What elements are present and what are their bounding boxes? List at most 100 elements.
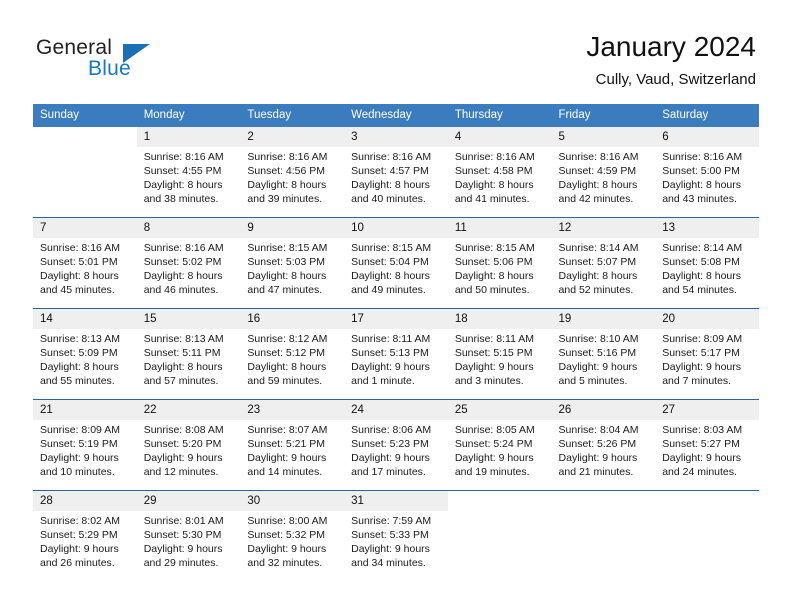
day-cell-empty-inner [448,491,552,581]
weekday-header-saturday: Saturday [655,104,759,127]
day-daylight-2-text: and 50 minutes. [454,284,530,296]
day-cell-inner[interactable]: 24 Sunrise: 8:06 AM Sunset: 5:23 PM Dayligh… [344,400,448,490]
day-number: 27 [655,400,759,420]
day-sunrise-text: Sunrise: 8:07 AM [247,424,328,436]
day-number-placeholder [33,127,137,133]
day-number-placeholder [552,491,656,497]
day-daylight-1-text: Daylight: 8 hours [662,270,742,282]
day-cell-inner[interactable]: 3 Sunrise: 8:16 AM Sunset: 4:57 PM Daylight… [344,127,448,217]
day-sunrise-text: Sunrise: 8:05 AM [454,424,535,436]
weekday-header-tuesday: Tuesday [240,104,345,127]
day-cell-inner[interactable]: 1 Sunrise: 8:16 AM Sunset: 4:55 PM Daylight… [136,127,241,217]
day-sunset-text: Sunset: 5:15 PM [454,347,533,359]
calendar-page: General Blue January 2024 Cully, Vaud, S… [0,0,792,612]
day-daylight-1-text: Daylight: 9 hours [662,452,742,464]
day-cell-empty-inner [655,491,759,581]
day-sunset-text: Sunset: 5:00 PM [662,165,740,177]
general-blue-logo[interactable]: General Blue [36,36,216,88]
day-sunrise-text: Sunrise: 8:03 AM [662,424,743,436]
day-cell: 16 Sunrise: 8:12 AM Sunset: 5:12 PM Dayligh… [240,308,345,400]
day-cell: 14 Sunrise: 8:13 AM Sunset: 5:09 PM Dayligh… [33,308,137,400]
day-details: Sunrise: 8:03 AM Sunset: 5:27 PM Daylight:… [655,420,759,479]
day-daylight-1-text: Daylight: 8 hours [40,361,119,373]
day-sunset-text: Sunset: 5:02 PM [143,256,222,268]
day-sunrise-text: Sunrise: 8:16 AM [351,151,432,163]
day-daylight-2-text: and 41 minutes. [454,193,530,205]
day-sunrise-text: Sunrise: 8:16 AM [143,242,224,254]
day-cell: 29 Sunrise: 8:01 AM Sunset: 5:30 PM Dayligh… [136,490,241,581]
day-daylight-2-text: and 43 minutes. [662,193,737,205]
day-number: 31 [344,491,448,511]
day-daylight-2-text: and 47 minutes. [247,284,323,296]
day-number: 8 [136,218,241,238]
day-cell-inner[interactable]: 31 Sunrise: 7:59 AM Sunset: 5:33 PM Dayligh… [344,491,448,581]
day-cell-inner[interactable]: 22 Sunrise: 8:08 AM Sunset: 5:20 PM Dayligh… [136,400,241,490]
day-sunset-text: Sunset: 5:09 PM [40,347,118,359]
day-cell-inner[interactable]: 13 Sunrise: 8:14 AM Sunset: 5:08 PM Dayligh… [655,218,759,308]
day-cell-inner[interactable]: 26 Sunrise: 8:04 AM Sunset: 5:26 PM Dayligh… [551,400,656,490]
day-number-placeholder [655,491,759,497]
day-cell-inner[interactable]: 2 Sunrise: 8:16 AM Sunset: 4:56 PM Daylight… [240,127,345,217]
day-cell-inner[interactable]: 8 Sunrise: 8:16 AM Sunset: 5:02 PM Daylight… [136,218,241,308]
day-sunset-text: Sunset: 5:32 PM [247,529,326,541]
day-cell-inner[interactable]: 27 Sunrise: 8:03 AM Sunset: 5:27 PM Dayligh… [655,400,759,490]
day-cell-inner[interactable]: 16 Sunrise: 8:12 AM Sunset: 5:12 PM Dayligh… [240,309,345,399]
month-calendar-table: Sunday Monday Tuesday Wednesday Thursday… [33,104,759,581]
day-cell-inner[interactable]: 10 Sunrise: 8:15 AM Sunset: 5:04 PM Dayligh… [344,218,448,308]
day-sunrise-text: Sunrise: 8:02 AM [40,515,120,527]
day-daylight-1-text: Daylight: 9 hours [558,361,638,373]
day-cell: 11 Sunrise: 8:15 AM Sunset: 5:06 PM Dayligh… [447,217,552,309]
day-cell: 10 Sunrise: 8:15 AM Sunset: 5:04 PM Dayligh… [344,217,448,309]
day-cell-inner[interactable]: 30 Sunrise: 8:00 AM Sunset: 5:32 PM Dayligh… [240,491,345,581]
day-cell-inner[interactable]: 9 Sunrise: 8:15 AM Sunset: 5:03 PM Daylight… [240,218,345,308]
day-sunrise-text: Sunrise: 8:08 AM [143,424,224,436]
day-cell-inner[interactable]: 11 Sunrise: 8:15 AM Sunset: 5:06 PM Dayligh… [447,218,552,308]
day-sunset-text: Sunset: 5:26 PM [558,438,637,450]
day-daylight-1-text: Daylight: 8 hours [351,179,430,191]
day-cell-inner[interactable]: 28 Sunrise: 8:02 AM Sunset: 5:29 PM Dayligh… [33,491,137,581]
day-details: Sunrise: 8:05 AM Sunset: 5:24 PM Daylight:… [448,420,552,479]
day-number: 11 [447,218,552,238]
day-details: Sunrise: 8:16 AM Sunset: 4:56 PM Daylight:… [240,147,344,206]
day-cell-inner[interactable]: 4 Sunrise: 8:16 AM Sunset: 4:58 PM Daylight… [447,127,552,217]
day-cell-inner[interactable]: 5 Sunrise: 8:16 AM Sunset: 4:59 PM Daylight… [551,127,656,217]
day-cell: 24 Sunrise: 8:06 AM Sunset: 5:23 PM Dayligh… [344,399,448,491]
day-sunrise-text: Sunrise: 8:04 AM [558,424,639,436]
day-cell-inner[interactable]: 7 Sunrise: 8:16 AM Sunset: 5:01 PM Daylight… [33,218,137,308]
day-sunrise-text: Sunrise: 8:15 AM [351,242,432,254]
day-cell-inner[interactable]: 12 Sunrise: 8:14 AM Sunset: 5:07 PM Dayligh… [551,218,656,308]
day-details: Sunrise: 8:15 AM Sunset: 5:04 PM Daylight:… [344,238,448,297]
day-number: 22 [136,400,241,420]
day-sunset-text: Sunset: 5:33 PM [351,529,429,541]
day-cell: 6 Sunrise: 8:16 AM Sunset: 5:00 PM Daylight… [655,127,759,218]
day-cell-inner[interactable]: 15 Sunrise: 8:13 AM Sunset: 5:11 PM Dayligh… [136,309,241,399]
day-cell: 7 Sunrise: 8:16 AM Sunset: 5:01 PM Daylight… [33,217,137,309]
day-cell: 21 Sunrise: 8:09 AM Sunset: 5:19 PM Dayligh… [33,399,137,491]
day-daylight-2-text: and 5 minutes. [558,375,628,387]
day-cell-inner[interactable]: 6 Sunrise: 8:16 AM Sunset: 5:00 PM Daylight… [655,127,759,217]
day-cell-inner[interactable]: 23 Sunrise: 8:07 AM Sunset: 5:21 PM Dayligh… [240,400,345,490]
day-sunrise-text: Sunrise: 8:16 AM [558,151,639,163]
day-cell-inner[interactable]: 17 Sunrise: 8:11 AM Sunset: 5:13 PM Dayligh… [344,309,448,399]
weekday-header-friday: Friday [551,104,656,127]
calendar-week-row: 7 Sunrise: 8:16 AM Sunset: 5:01 PM Daylight… [33,217,759,309]
day-cell-inner[interactable]: 20 Sunrise: 8:09 AM Sunset: 5:17 PM Dayligh… [655,309,759,399]
day-cell-inner[interactable]: 14 Sunrise: 8:13 AM Sunset: 5:09 PM Dayligh… [33,309,137,399]
day-details: Sunrise: 8:14 AM Sunset: 5:07 PM Daylight:… [552,238,656,297]
day-sunrise-text: Sunrise: 8:13 AM [143,333,224,345]
day-number: 2 [240,127,345,147]
day-sunrise-text: Sunrise: 8:14 AM [558,242,639,254]
day-number: 17 [344,309,448,329]
day-cell-inner[interactable]: 21 Sunrise: 8:09 AM Sunset: 5:19 PM Dayligh… [33,400,137,490]
calendar-header-row: Sunday Monday Tuesday Wednesday Thursday… [33,104,759,127]
day-cell-inner[interactable]: 29 Sunrise: 8:01 AM Sunset: 5:30 PM Dayligh… [136,491,241,581]
day-daylight-2-text: and 57 minutes. [143,375,219,387]
day-cell-inner[interactable]: 25 Sunrise: 8:05 AM Sunset: 5:24 PM Dayligh… [447,400,552,490]
day-cell-inner[interactable]: 18 Sunrise: 8:11 AM Sunset: 5:15 PM Dayligh… [447,309,552,399]
day-daylight-2-text: and 29 minutes. [143,557,219,569]
day-sunrise-text: Sunrise: 7:59 AM [351,515,432,527]
page-subtitle-location: Cully, Vaud, Switzerland [595,71,756,88]
day-details: Sunrise: 7:59 AM Sunset: 5:33 PM Daylight:… [344,511,448,570]
day-daylight-2-text: and 1 minute. [351,375,415,387]
day-cell-inner[interactable]: 19 Sunrise: 8:10 AM Sunset: 5:16 PM Dayligh… [551,309,656,399]
